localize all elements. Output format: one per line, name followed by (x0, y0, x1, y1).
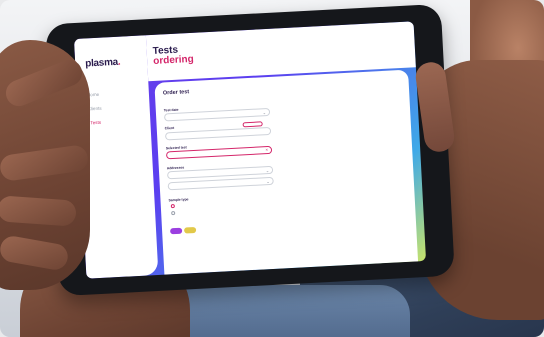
client-label: Client (164, 125, 175, 131)
chevron-down-icon: ⌄ (266, 179, 270, 185)
panel-title: Order test (162, 89, 190, 97)
left-finger-1 (2, 55, 86, 111)
photo-scene: plasma. Home Clients Tests Tests orderin… (0, 0, 544, 337)
test-date-label: Test date (163, 107, 179, 113)
left-finger-3 (0, 195, 77, 227)
sidebar-item-5[interactable] (80, 143, 152, 157)
close-icon[interactable]: × (265, 147, 268, 152)
sample-type-radio-1[interactable] (170, 204, 175, 209)
address-field-2[interactable]: ⌄ (167, 176, 274, 191)
left-finger-2 (0, 144, 90, 182)
sample-type-label: Sample type (168, 197, 189, 203)
chevron-down-icon: ⌄ (262, 110, 267, 116)
option-chip-2[interactable] (183, 226, 197, 234)
order-test-panel: Order test Test date ⌄ Client Selected t… (154, 69, 419, 275)
left-finger-4 (0, 234, 70, 272)
page-subtitle: ordering (152, 53, 195, 67)
option-chip-1[interactable] (169, 227, 183, 235)
tablet-device: plasma. Home Clients Tests Tests orderin… (45, 3, 455, 297)
sample-type-radio-2[interactable] (171, 211, 176, 216)
plasma-logo: plasma. (84, 56, 121, 70)
chevron-down-icon: ⌄ (265, 168, 270, 174)
left-hand (0, 40, 90, 290)
tablet-screen: plasma. Home Clients Tests Tests orderin… (73, 21, 427, 279)
client-field[interactable] (164, 126, 272, 141)
test-date-field[interactable]: ⌄ (163, 107, 271, 122)
